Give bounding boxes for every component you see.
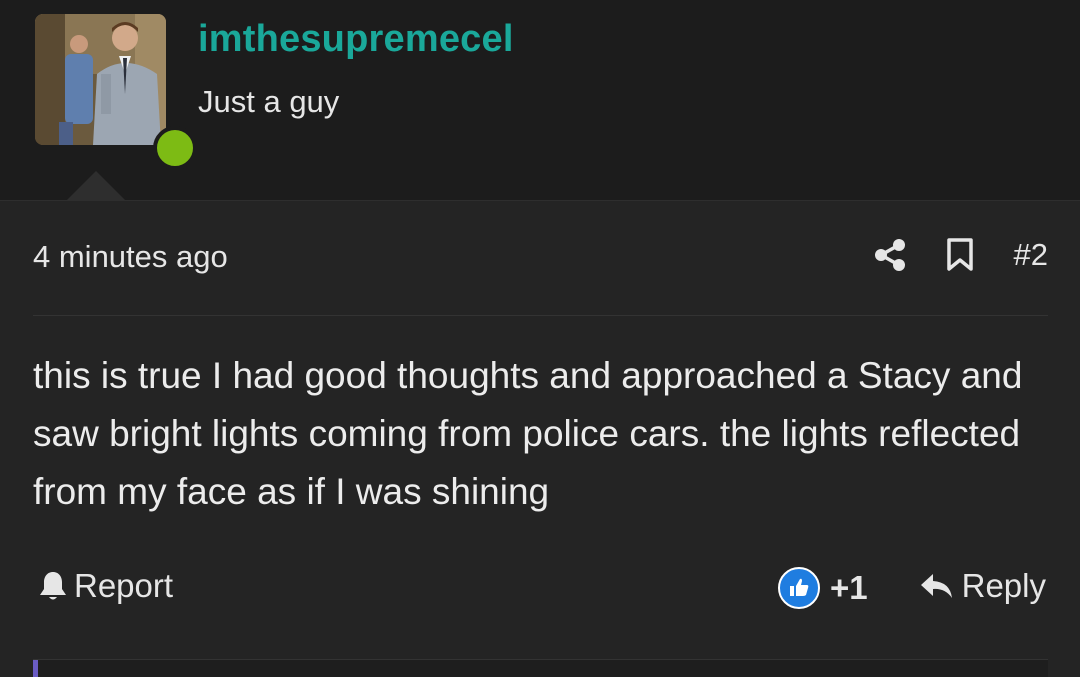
bell-icon: [40, 572, 66, 600]
bookmark-icon[interactable]: [940, 235, 980, 275]
avatar[interactable]: [35, 14, 166, 145]
next-post-preview: [33, 659, 1048, 677]
post-body-text: this is true I had good thoughts and app…: [33, 355, 1023, 512]
post-number-link[interactable]: #2: [1014, 237, 1048, 273]
post-timestamp[interactable]: 4 minutes ago: [33, 239, 228, 275]
avatar-container[interactable]: [35, 14, 197, 170]
post-pointer-arrow: [66, 171, 126, 201]
online-status-indicator: [153, 126, 197, 170]
reaction-count: +1: [830, 569, 868, 606]
report-button[interactable]: Report: [38, 567, 173, 605]
reply-label: Reply: [961, 567, 1046, 604]
post-footer: Report +1 Reply: [0, 567, 1080, 617]
post-author-header: imthesupremecel Just a guy: [0, 0, 1080, 200]
report-label: Report: [74, 567, 174, 604]
avatar-image: [35, 14, 166, 145]
user-title: Just a guy: [198, 84, 340, 119]
reaction-summary[interactable]: +1: [778, 567, 868, 609]
post-header-divider: [33, 315, 1048, 316]
username-link[interactable]: imthesupremecel: [198, 18, 514, 61]
post-card: 4 minutes ago #2 this is true I had good…: [0, 200, 1080, 677]
thumbs-up-icon: [778, 567, 820, 609]
thread-page: imthesupremecel Just a guy 4 minutes ago: [0, 0, 1080, 677]
share-icon[interactable]: [870, 235, 910, 275]
reply-arrow-icon: [920, 574, 952, 598]
quote-accent-bar: [33, 660, 38, 677]
post-actions: #2: [840, 235, 1048, 275]
reply-button[interactable]: Reply: [920, 567, 1046, 605]
